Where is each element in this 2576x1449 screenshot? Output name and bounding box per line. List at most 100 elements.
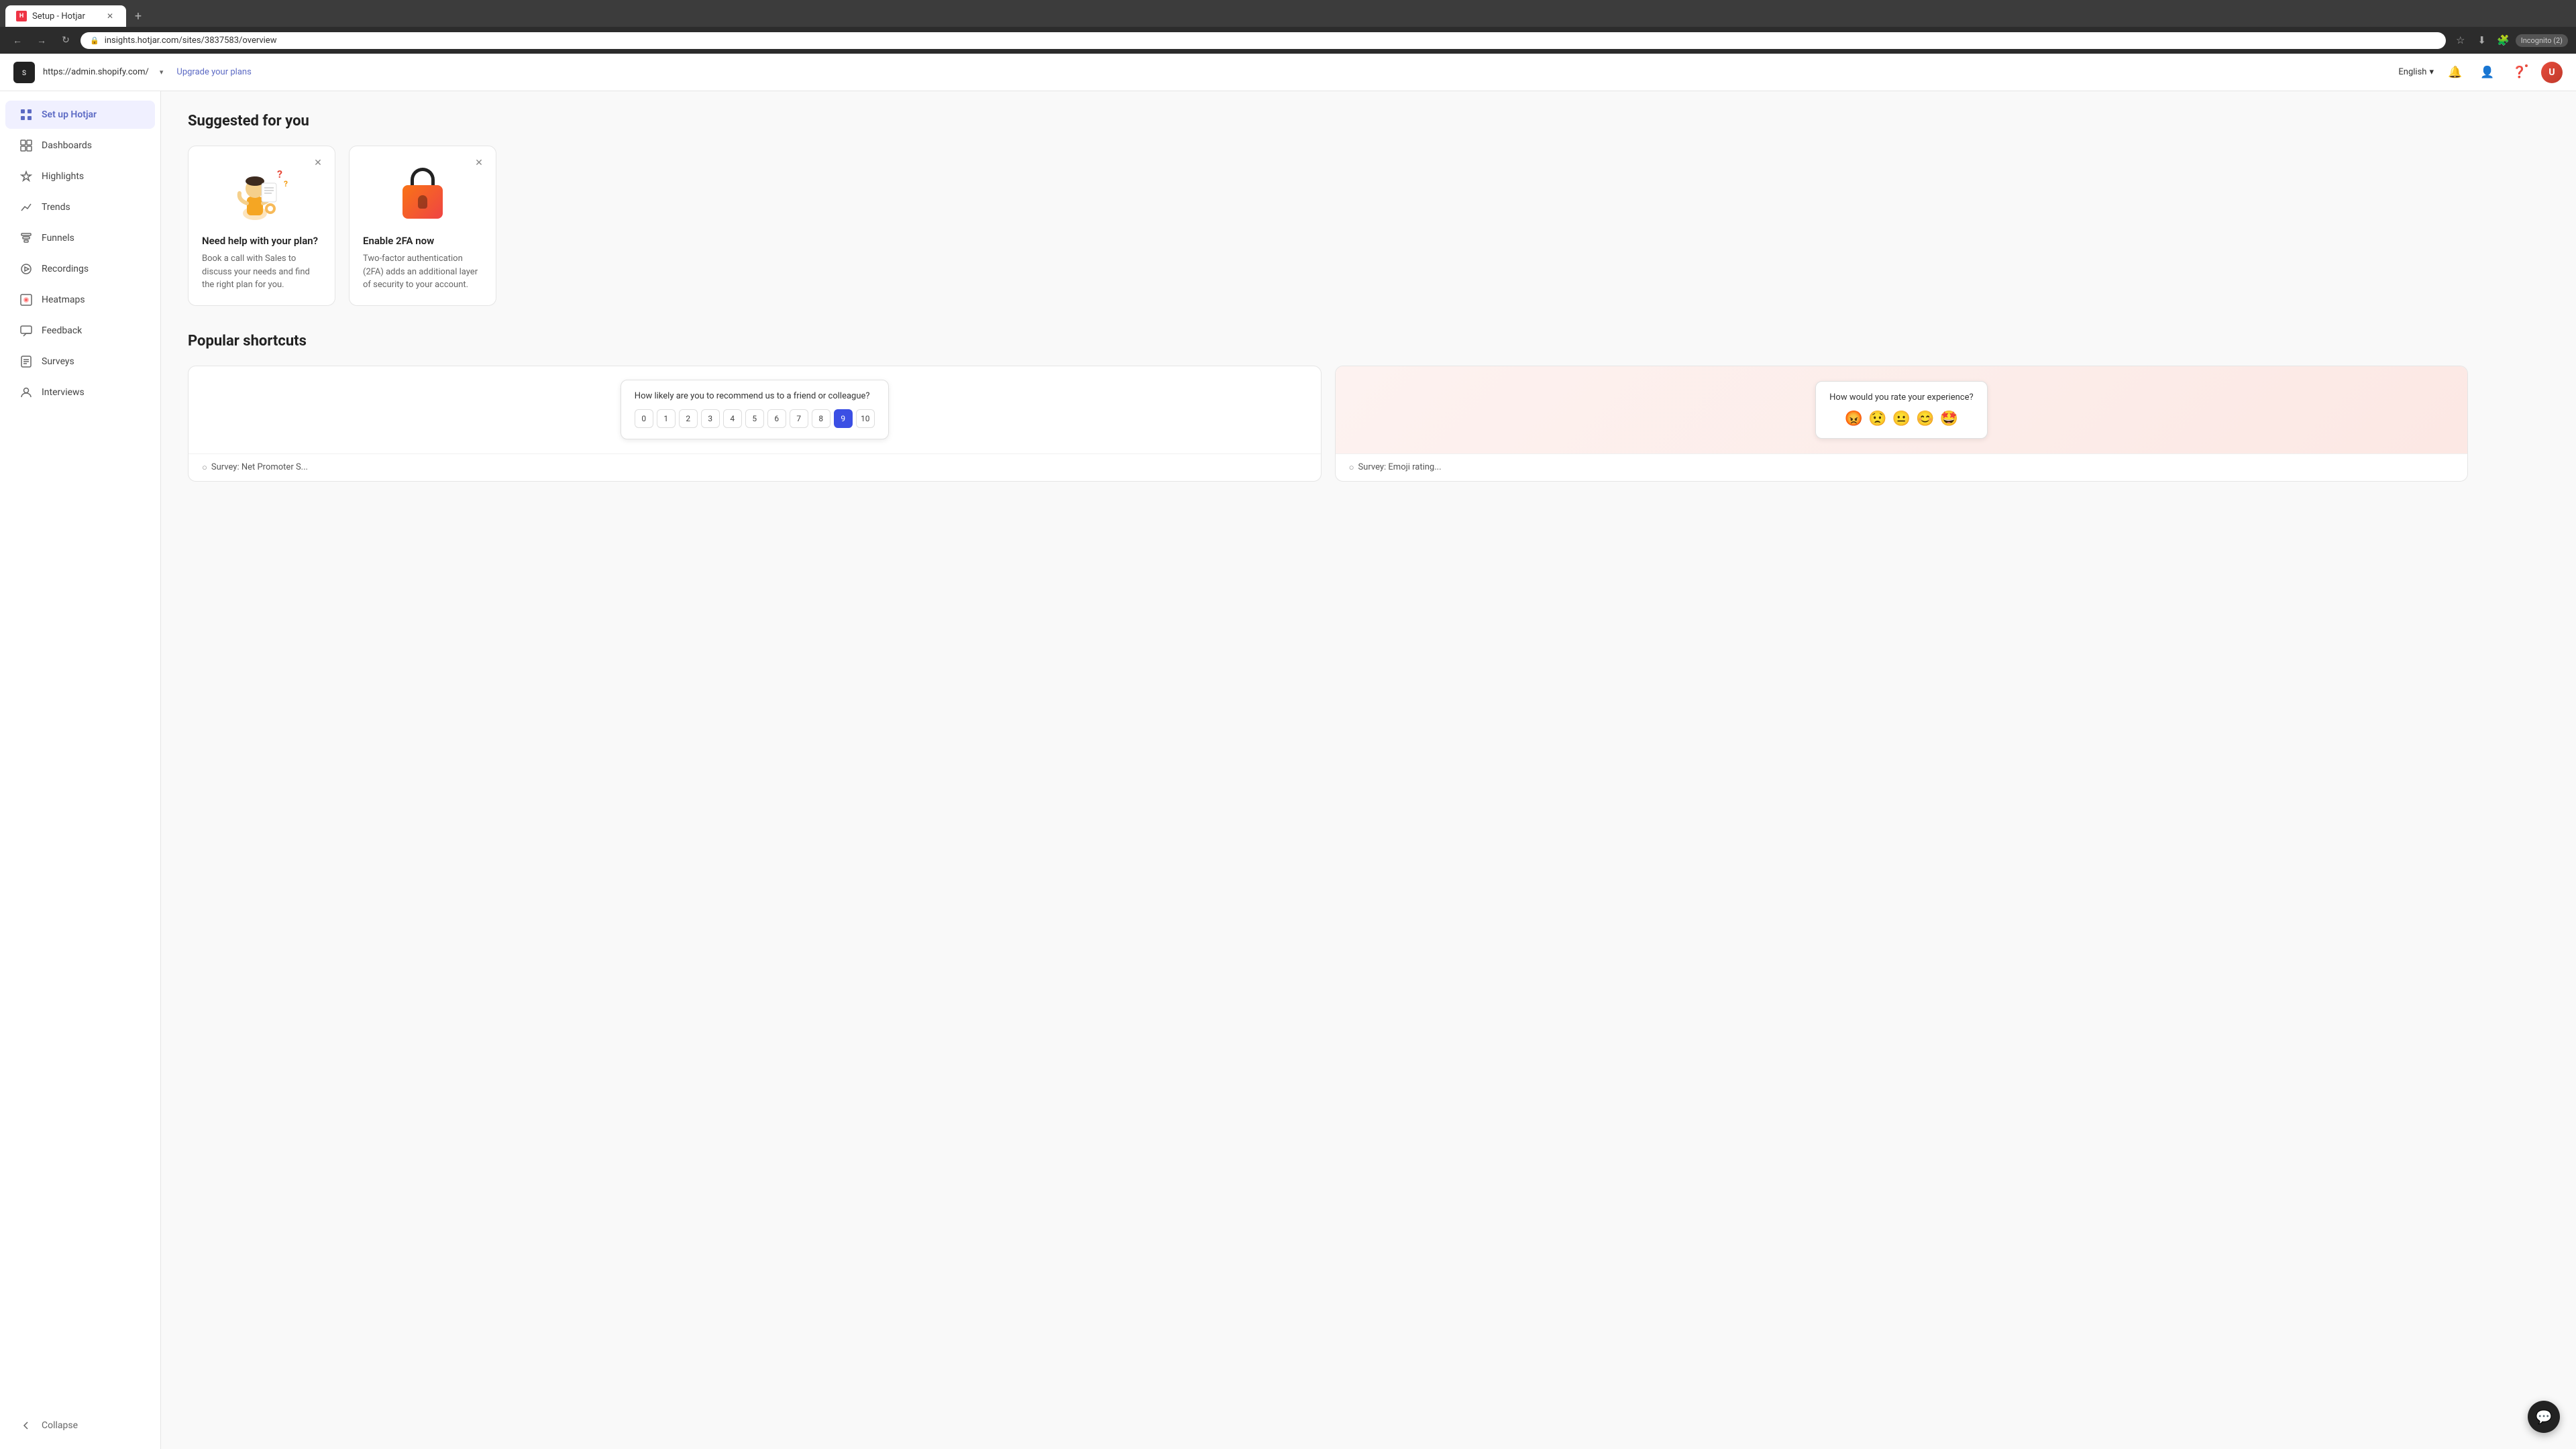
language-chevron-icon: ▾ — [2429, 67, 2434, 77]
active-tab[interactable]: H Setup - Hotjar ✕ — [5, 5, 126, 27]
nps-8[interactable]: 8 — [812, 409, 830, 428]
nps-shortcut-card[interactable]: How likely are you to recommend us to a … — [188, 366, 1322, 482]
enable-2fa-close-button[interactable]: ✕ — [472, 156, 486, 170]
help-plan-illustration: ? ? — [202, 160, 321, 227]
emoji-row: 😡 😟 😐 😊 🤩 — [1829, 411, 1974, 427]
sidebar-item-trends[interactable]: Trends — [5, 193, 155, 221]
browser-toolbar: ← → ↻ 🔒 insights.hotjar.com/sites/383758… — [0, 27, 2576, 54]
ssl-icon: 🔒 — [90, 36, 99, 45]
nps-6[interactable]: 6 — [767, 409, 786, 428]
new-tab-button[interactable]: + — [129, 7, 148, 25]
nps-5[interactable]: 5 — [745, 409, 764, 428]
upgrade-link[interactable]: Upgrade your plans — [176, 67, 251, 77]
shortcuts-title: Popular shortcuts — [188, 333, 2549, 350]
help-plan-close-button[interactable]: ✕ — [311, 156, 325, 170]
feedback-icon — [19, 323, 34, 338]
nps-widget: How likely are you to recommend us to a … — [621, 380, 889, 439]
suggested-title: Suggested for you — [188, 113, 2549, 129]
nps-9[interactable]: 9 — [834, 409, 853, 428]
sidebar-item-setup[interactable]: Set up Hotjar — [5, 101, 155, 129]
shopify-logo: S — [13, 62, 35, 83]
emoji-4[interactable]: 😊 — [1916, 411, 1934, 427]
incognito-badge[interactable]: Incognito (2) — [2516, 34, 2568, 47]
emoji-5[interactable]: 🤩 — [1940, 411, 1958, 427]
bookmark-icon[interactable]: ☆ — [2451, 31, 2470, 50]
app-wrapper: S https://admin.shopify.com/ ▾ Upgrade y… — [0, 54, 2576, 1449]
chat-support-button[interactable]: 💬 — [2528, 1401, 2560, 1433]
nps-10[interactable]: 10 — [856, 409, 875, 428]
extensions-icon[interactable]: 🧩 — [2494, 31, 2513, 50]
lock-shackle — [411, 168, 435, 186]
sidebar-item-feedback[interactable]: Feedback — [5, 317, 155, 345]
header-right: English ▾ 🔔 👤 ❓ U — [2398, 62, 2563, 83]
nps-7[interactable]: 7 — [790, 409, 808, 428]
nps-preview: How likely are you to recommend us to a … — [189, 366, 1321, 453]
nps-4[interactable]: 4 — [723, 409, 742, 428]
nps-2[interactable]: 2 — [679, 409, 698, 428]
sidebar-label-recordings: Recordings — [42, 264, 89, 274]
shortcuts-row: How likely are you to recommend us to a … — [188, 366, 2549, 482]
svg-text:S: S — [22, 70, 26, 77]
admin-url-text: https://admin.shopify.com/ — [43, 67, 149, 77]
main-content: Suggested for you ✕ — [161, 91, 2576, 1449]
sidebar-item-heatmaps[interactable]: Heatmaps — [5, 286, 155, 314]
sidebar-label-interviews: Interviews — [42, 387, 85, 398]
admin-url-chevron-icon[interactable]: ▾ — [160, 68, 164, 76]
nps-3[interactable]: 3 — [701, 409, 720, 428]
tab-bar: H Setup - Hotjar ✕ + — [0, 0, 2576, 27]
sidebar-item-highlights[interactable]: Highlights — [5, 162, 155, 191]
emoji-shortcut-label: ○ Survey: Emoji rating... — [1336, 453, 2468, 481]
tab-favicon: H — [16, 11, 27, 21]
sidebar-item-recordings[interactable]: Recordings — [5, 255, 155, 283]
enable-2fa-desc: Two-factor authentication (2FA) adds an … — [363, 252, 482, 292]
emoji-1[interactable]: 😡 — [1845, 411, 1863, 427]
collapse-label: Collapse — [42, 1420, 78, 1431]
back-button[interactable]: ← — [8, 31, 27, 50]
notifications-icon[interactable]: 🔔 — [2445, 62, 2466, 83]
setup-icon — [19, 107, 34, 122]
recordings-icon — [19, 262, 34, 276]
reload-button[interactable]: ↻ — [56, 31, 75, 50]
help-plan-desc: Book a call with Sales to discuss your n… — [202, 252, 321, 292]
svg-text:?: ? — [284, 179, 288, 189]
highlights-icon — [19, 169, 34, 184]
sidebar-item-dashboards[interactable]: Dashboards — [5, 131, 155, 160]
emoji-question: How would you rate your experience? — [1829, 392, 1974, 402]
help-plan-title: Need help with your plan? — [202, 235, 321, 247]
emoji-2[interactable]: 😟 — [1868, 411, 1886, 427]
sidebar-label-heatmaps: Heatmaps — [42, 294, 85, 305]
surveys-icon — [19, 354, 34, 369]
nps-scale: 0 1 2 3 4 5 6 7 8 9 10 — [635, 409, 875, 428]
sidebar-item-surveys[interactable]: Surveys — [5, 347, 155, 376]
sidebar-item-funnels[interactable]: Funnels — [5, 224, 155, 252]
close-tab-button[interactable]: ✕ — [105, 11, 115, 21]
toolbar-icons: ☆ ⬇ 🧩 Incognito (2) — [2451, 31, 2568, 50]
user-avatar[interactable]: U — [2541, 62, 2563, 83]
enable-2fa-illustration — [363, 160, 482, 227]
enable-2fa-card: ✕ Enable 2FA now Two-factor authenticati… — [349, 146, 496, 306]
language-selector[interactable]: English ▾ — [2398, 67, 2434, 77]
trends-icon — [19, 200, 34, 215]
emoji-3[interactable]: 😐 — [1892, 411, 1911, 427]
address-text: insights.hotjar.com/sites/3837583/overvi… — [105, 36, 277, 46]
sidebar-item-interviews[interactable]: Interviews — [5, 378, 155, 407]
add-user-icon[interactable]: 👤 — [2477, 62, 2498, 83]
nps-1[interactable]: 1 — [657, 409, 676, 428]
nps-0[interactable]: 0 — [635, 409, 653, 428]
funnels-icon — [19, 231, 34, 246]
collapse-icon — [19, 1418, 34, 1433]
main-area: Set up Hotjar Dashboards Highlights Tren… — [0, 91, 2576, 1449]
help-dot — [2524, 63, 2529, 68]
emoji-shortcut-card[interactable]: How would you rate your experience? 😡 😟 … — [1335, 366, 2469, 482]
download-icon[interactable]: ⬇ — [2473, 31, 2491, 50]
sidebar-label-dashboards: Dashboards — [42, 140, 92, 151]
sidebar: Set up Hotjar Dashboards Highlights Tren… — [0, 91, 161, 1449]
emoji-preview: How would you rate your experience? 😡 😟 … — [1336, 366, 2468, 453]
lock-illustration — [402, 168, 443, 219]
collapse-button[interactable]: Collapse — [5, 1411, 155, 1440]
address-bar[interactable]: 🔒 insights.hotjar.com/sites/3837583/over… — [80, 32, 2446, 49]
forward-button[interactable]: → — [32, 31, 51, 50]
help-icon[interactable]: ❓ — [2509, 62, 2530, 83]
nps-shortcut-label: ○ Survey: Net Promoter S... — [189, 453, 1321, 481]
app-header: S https://admin.shopify.com/ ▾ Upgrade y… — [0, 54, 2576, 91]
